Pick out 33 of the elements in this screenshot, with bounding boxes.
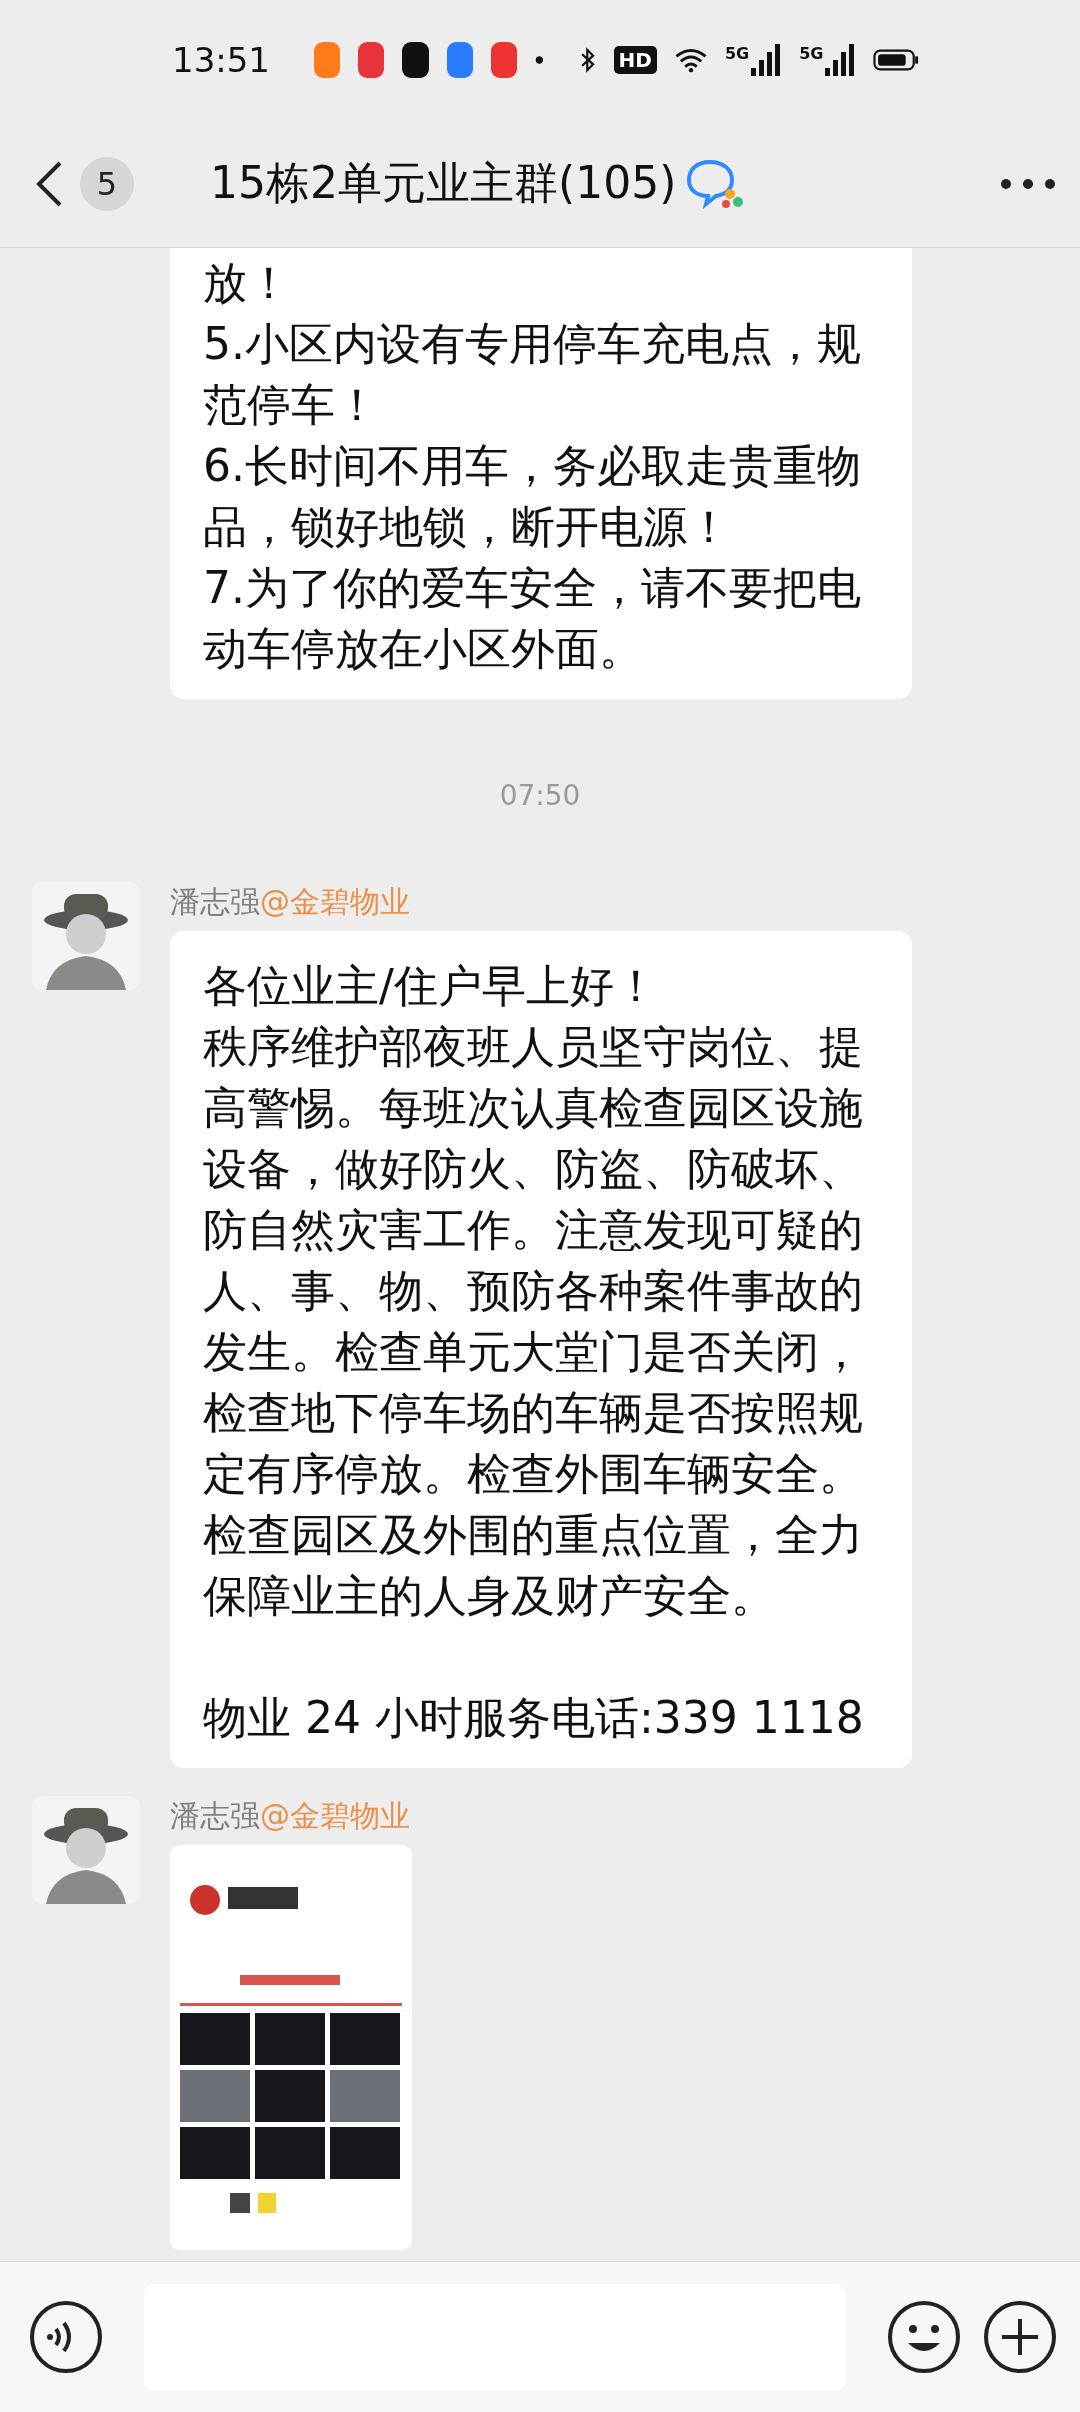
sender-name: 潘志强@金碧物业 (170, 883, 411, 921)
hd-icon: HD (613, 46, 657, 74)
message-text: 5.小区内设有专用停车充电点，规范停车！ (203, 317, 862, 432)
timestamp: 07:50 (499, 779, 581, 812)
message-text: 各位业主/住户早上好！ (203, 959, 659, 1013)
unread-badge: 5 (80, 156, 134, 211)
chat-title: 15栋2单元业主群(105) (210, 156, 677, 210)
plus-icon[interactable] (982, 2299, 1058, 2375)
message-text: 放！ (203, 256, 292, 310)
avatar-icon[interactable] (32, 1796, 140, 1904)
emoji-icon[interactable] (886, 2299, 962, 2375)
message-text: 6.长时间不用车，务必取走贵重物品，锁好地锁，断开电源！ (203, 439, 862, 554)
voice-icon[interactable] (28, 2299, 104, 2375)
message-text: 秩序维护部夜班人员坚守岗位、提高警惕。每班次认真检查园区设施设备，做好防火、防盗、防破坏、防自然灾害工作。注意发现可疑的人、事、物、预防各种案件事故的发生。检查单元大堂门是否关闭，检查地下停车场的车辆是否按照规定有序停放。检查外围车辆安全。检查园区及外围的重点位置，全力保障业主的人身及财产安全。 (203, 1020, 864, 1623)
message-bubble[interactable]: 各位业主/住户早上好！ 秩序维护部夜班人员坚守岗位、提高警惕。每班次认真检查园区设施设备，做好防火、防盗、防破坏、防自然灾害工作。注意发现可疑的人、事、物、预防各种案件事故的发生。检查单元大堂门是否关闭，检查地下停车场的车辆是否按照规定有序停放。检查外围车辆安全。检查园区及外围的重点位置，全力保障业主的人身及财产安全。 物业 24 小时服务电话:339 1118 (170, 931, 912, 1768)
avatar-icon[interactable] (32, 882, 140, 990)
app-notification-icon (490, 42, 517, 78)
app-notification-icon (446, 42, 473, 78)
back-icon[interactable] (34, 159, 64, 208)
signal-icon (751, 44, 782, 76)
message-text: 物业 24 小时服务电话:339 1118 (203, 1691, 865, 1745)
app-notification-icon (358, 42, 385, 78)
dot-icon (534, 54, 544, 66)
app-notification-icon (314, 42, 341, 78)
message-bubble[interactable]: 放！ 5.小区内设有专用停车充电点，规范停车！ 6.长时间不用车，务必取走贵重物品，锁好地锁，断开电源！ 7.为了你的爱车安全，请不要把电动车停放在小区外面。 (170, 248, 912, 699)
message-text: 7.为了你的爱车安全，请不要把电动车停放在小区外面。 (203, 561, 862, 676)
network-label: 5G (724, 44, 750, 63)
clock: 13:51 (172, 40, 270, 80)
app-notification-icon (402, 42, 429, 78)
signal-icon (825, 44, 856, 76)
more-icon[interactable] (1000, 177, 1056, 190)
network-label: 5G (799, 44, 824, 63)
sender-name: 潘志强@金碧物业 (170, 1797, 411, 1835)
